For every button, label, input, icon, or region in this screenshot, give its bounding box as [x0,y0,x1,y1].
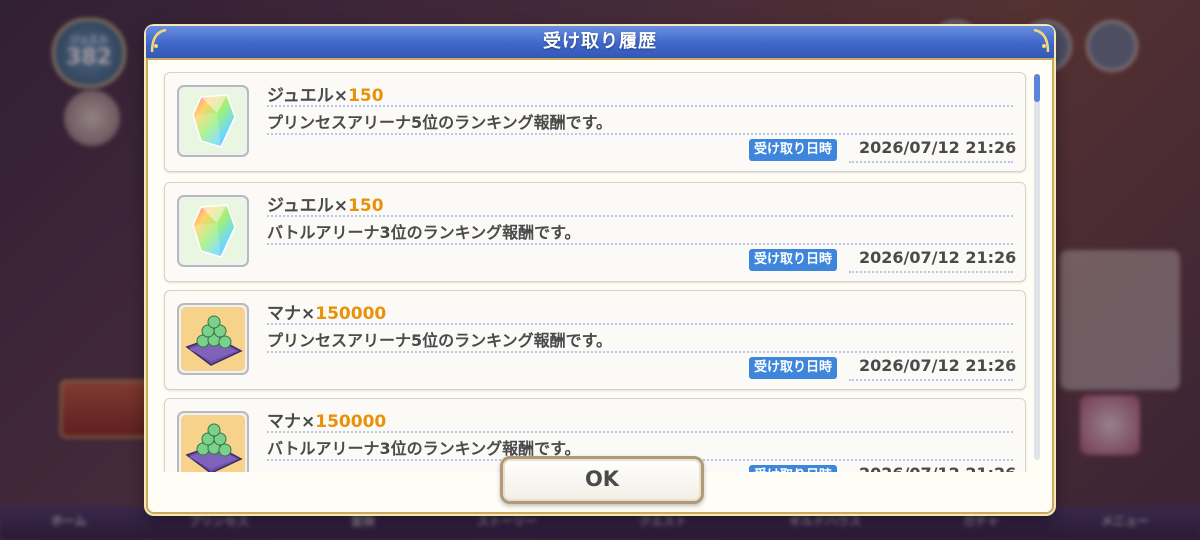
divider [267,431,1013,433]
received-date: 2026/07/12 21:26 [859,464,1016,472]
item-quantity: 150 [348,196,384,216]
received-date-badge: 受け取り日時 [749,465,838,472]
item-name: マナ×150000 [267,304,387,324]
divider [267,323,1013,325]
item-icon-frame [177,411,249,472]
dialog-title: 受け取り履歴 [543,31,657,52]
ok-button[interactable]: OK [500,456,704,504]
item-icon-frame [177,195,249,267]
jewel-icon [181,89,245,153]
history-entry: ジュエル×150 バトルアリーナ3位のランキング報酬です。 受け取り日時 202… [164,182,1026,282]
mana-icon [181,307,245,371]
divider [849,271,1013,273]
history-list[interactable]: ジュエル×150 プリンセスアリーナ5位のランキング報酬です。 受け取り日時 2… [162,68,1030,472]
divider [267,133,1013,135]
item-quantity: 150 [348,86,384,106]
item-name: ジュエル×150 [267,196,384,216]
item-name: ジュエル×150 [267,86,384,106]
history-entry: マナ×150000 プリンセスアリーナ5位のランキング報酬です。 受け取り日時 … [164,290,1026,390]
received-date-badge: 受け取り日時 [749,139,838,161]
item-icon-frame [177,85,249,157]
item-icon-frame [177,303,249,375]
divider [849,379,1013,381]
list-scrollbar[interactable] [1034,74,1040,460]
divider [267,351,1013,353]
received-date: 2026/07/12 21:26 [859,248,1017,267]
receive-history-dialog: 受け取り履歴 ジュエル×150 プリンセスアリーナ5位のランキング報酬です。 受… [146,26,1054,514]
received-date-badge: 受け取り日時 [749,249,838,271]
history-entry: ジュエル×150 プリンセスアリーナ5位のランキング報酬です。 受け取り日時 2… [164,72,1026,172]
divider [267,243,1013,245]
item-quantity: 150000 [315,412,387,432]
item-quantity: 150000 [315,304,387,324]
jewel-icon [181,199,245,263]
divider [267,215,1013,217]
item-description: プリンセスアリーナ5位のランキング報酬です。 [267,113,613,132]
divider [267,105,1013,107]
item-description: バトルアリーナ3位のランキング報酬です。 [267,223,581,242]
corner-ornament-icon [150,28,167,53]
item-name: マナ×150000 [267,412,387,432]
mana-icon [181,415,245,472]
dialog-header: 受け取り履歴 [146,26,1054,60]
received-date: 2026/07/12 21:26 [859,138,1017,157]
divider [849,161,1013,163]
item-description: プリンセスアリーナ5位のランキング報酬です。 [267,331,613,350]
scrollbar-thumb[interactable] [1034,74,1040,102]
corner-ornament-icon [1033,28,1050,53]
received-date-badge: 受け取り日時 [749,357,838,379]
received-date: 2026/07/12 21:26 [859,356,1017,375]
